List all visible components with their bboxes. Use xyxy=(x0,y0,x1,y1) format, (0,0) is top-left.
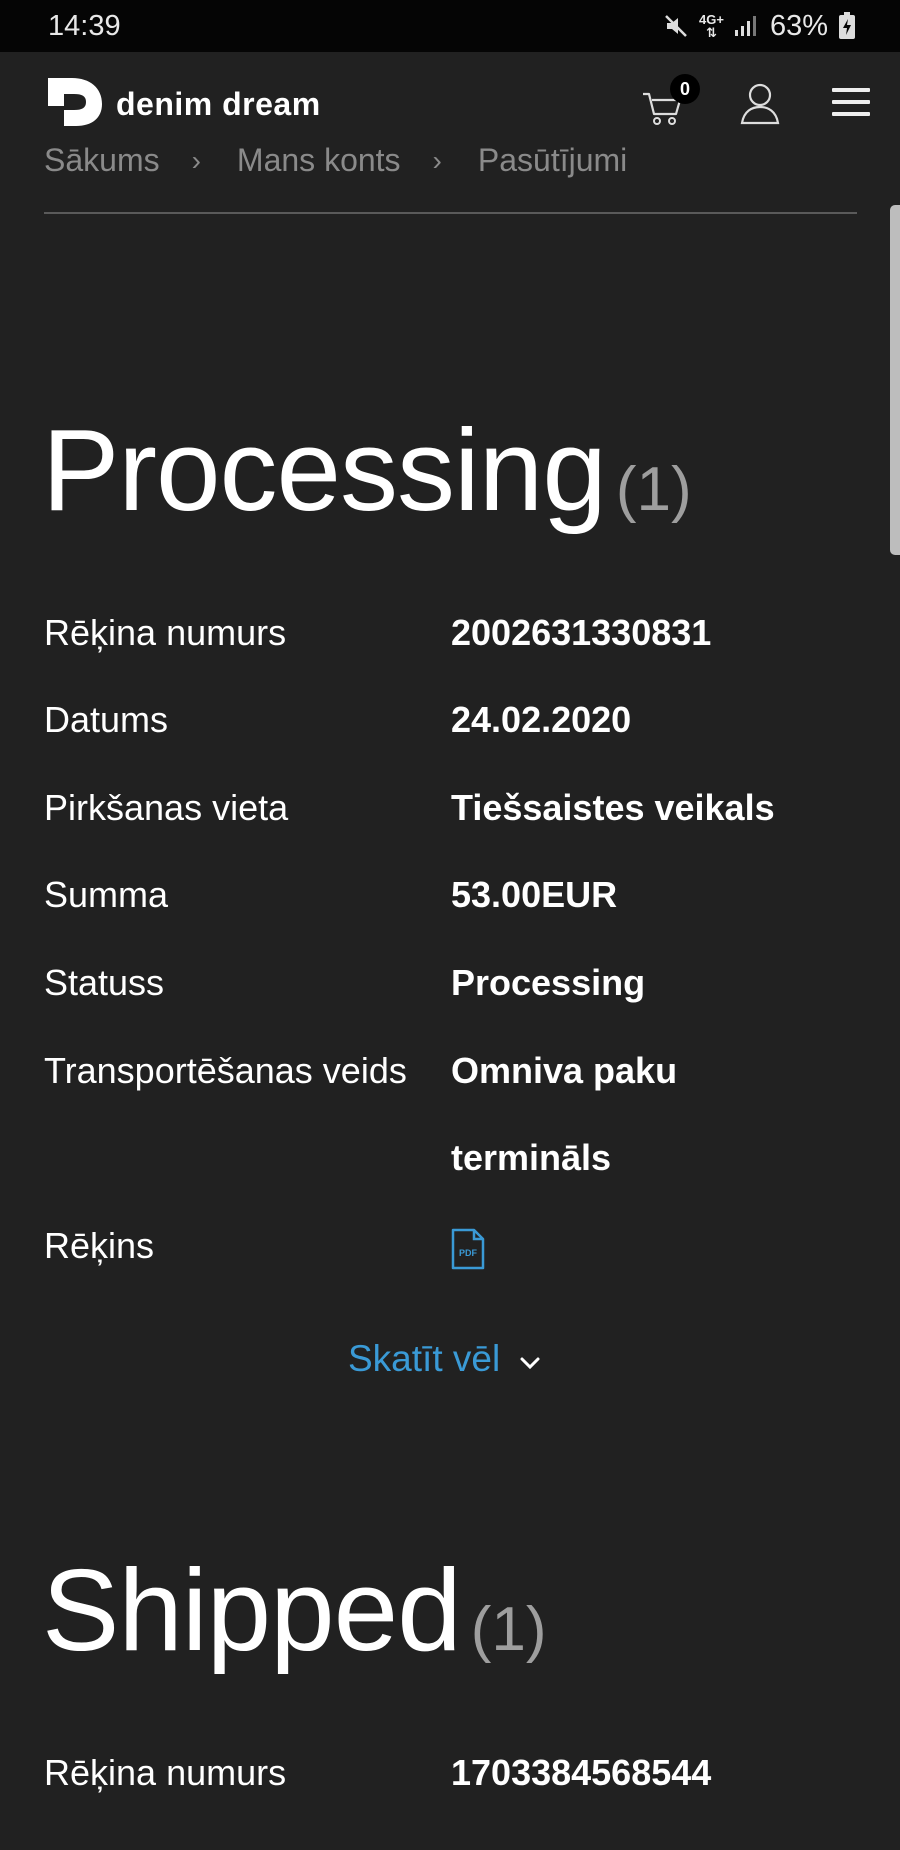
row-value: 53.00EUR xyxy=(451,874,618,915)
status-bar: 14:39 4G+ ⇅ 63% xyxy=(0,0,900,52)
show-more-label: Skatīt vēl xyxy=(348,1338,501,1379)
row-label: Rēķins xyxy=(44,1225,155,1266)
row-label: Statuss xyxy=(44,962,165,1003)
row-value: 2002631330831 xyxy=(451,612,712,653)
show-more-button[interactable]: Skatīt vēl xyxy=(348,1338,542,1380)
row-value: Omniva paku xyxy=(451,1050,678,1091)
row-value: 1703384568544 xyxy=(451,1752,712,1793)
network-label: 4G+ xyxy=(699,12,724,27)
section-count: (1) xyxy=(615,455,692,524)
signal-icon xyxy=(734,14,760,38)
row-value: Processing xyxy=(451,962,646,1003)
pdf-icon[interactable]: PDF xyxy=(451,1228,485,1270)
section-title-processing: Processing (1) xyxy=(42,412,692,528)
cart-count-badge: 0 xyxy=(670,74,700,104)
menu-button[interactable] xyxy=(832,88,870,118)
row-label: Rēķina numurs xyxy=(44,612,287,653)
network-4g-icon: 4G+ ⇅ xyxy=(699,12,724,40)
row-value: Tiešsaistes veikals xyxy=(451,787,775,828)
account-button[interactable] xyxy=(738,82,782,126)
row-label: Rēķina numurs xyxy=(44,1752,287,1793)
breadcrumb-item-home[interactable]: Sākums xyxy=(44,142,160,179)
section-title-shipped: Shipped (1) xyxy=(42,1552,547,1668)
row-value: termināls xyxy=(451,1137,612,1178)
user-icon xyxy=(738,83,782,130)
breadcrumb-item-orders: Pasūtījumi xyxy=(477,142,628,178)
breadcrumb: Sākums › Mans konts › Pasūtījumi xyxy=(44,142,856,179)
cart-button[interactable]: 0 xyxy=(640,74,700,134)
row-value: 24.02.2020 xyxy=(451,699,632,740)
row-label: Datums xyxy=(44,699,169,740)
battery-icon xyxy=(838,12,856,40)
row-label: Transportēšanas veids xyxy=(44,1050,407,1091)
status-time: 14:39 xyxy=(48,9,121,42)
chevron-down-icon xyxy=(518,1338,542,1380)
mute-icon xyxy=(663,13,689,39)
breadcrumb-divider xyxy=(44,212,857,214)
section-title-text: Processing xyxy=(42,405,607,535)
row-label: Summa xyxy=(44,874,169,915)
breadcrumb-item-account[interactable]: Mans konts xyxy=(237,142,401,179)
breadcrumb-separator: › xyxy=(191,144,201,176)
status-icons: 4G+ ⇅ 63% xyxy=(663,10,856,43)
row-label: Pirkšanas vieta xyxy=(44,787,289,828)
logo-icon xyxy=(46,76,106,133)
brand-name: denim dream xyxy=(116,86,321,122)
menu-icon xyxy=(832,88,870,116)
brand-logo[interactable]: denim dream xyxy=(46,76,321,133)
page-scrollbar[interactable] xyxy=(890,205,900,555)
breadcrumb-separator: › xyxy=(432,144,442,176)
section-count: (1) xyxy=(470,1595,547,1664)
pdf-icon-text: PDF xyxy=(459,1248,478,1258)
site-header: denim dream 0 xyxy=(0,52,900,152)
battery-percent: 63% xyxy=(769,9,828,42)
section-title-text: Shipped xyxy=(42,1545,462,1675)
